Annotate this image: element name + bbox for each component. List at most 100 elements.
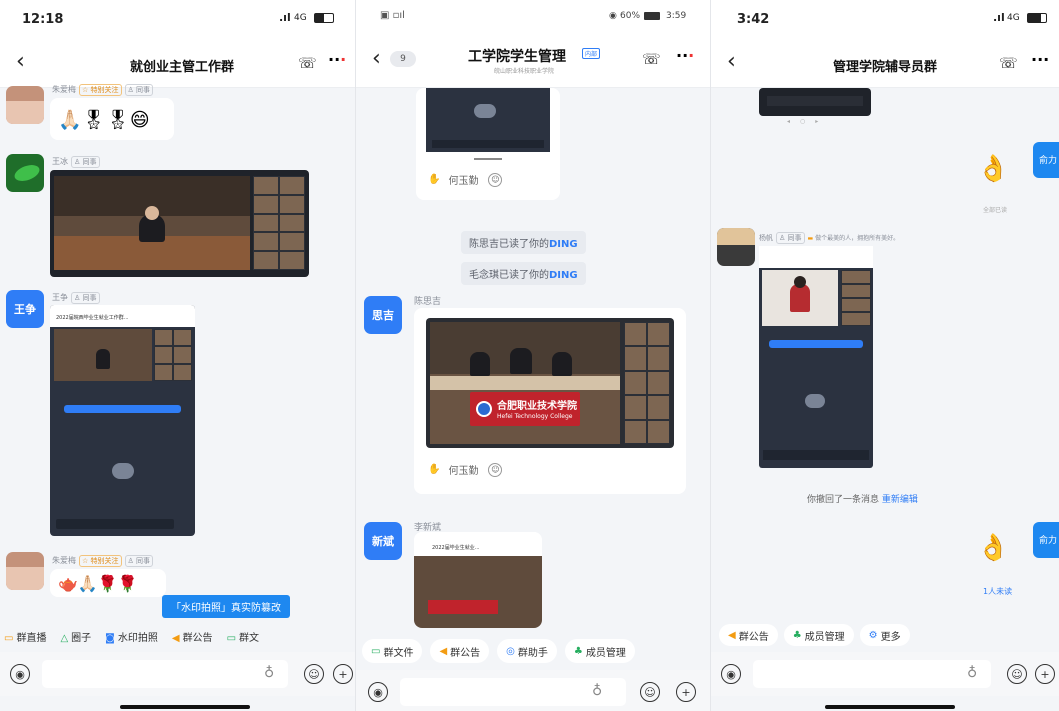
status-time: 3:42 bbox=[737, 12, 770, 27]
more-icon[interactable]: ··· bbox=[1031, 50, 1049, 69]
voice-icon[interactable]: ◉ bbox=[721, 664, 741, 684]
voice-icon[interactable]: ◉ bbox=[10, 664, 30, 684]
voice-icon[interactable]: ◉ bbox=[368, 682, 388, 702]
notice-text: 毛念琪已读了你的 bbox=[469, 270, 549, 281]
ok-hand-icon[interactable]: 👌 bbox=[977, 154, 1009, 184]
reaction-row[interactable]: ✋ 何玉勤 ☺ bbox=[428, 462, 503, 477]
chat-panel-middle: ▣ ▫ıl ◉ 60% 3:59 ‹ 9 工学院学生管理 内部 皖山职业科技职业… bbox=[356, 0, 710, 711]
robot-icon: ◎ bbox=[506, 645, 515, 657]
more-icon[interactable]: ··· bbox=[676, 46, 694, 65]
inner-thumbnails bbox=[154, 329, 192, 381]
chat-subtitle: 皖山职业科技职业学院 bbox=[494, 68, 555, 75]
sender-label: 朱爱梅 bbox=[52, 556, 76, 565]
inner-cloud-icon bbox=[112, 463, 134, 479]
sender-label: 王冰 bbox=[52, 157, 68, 166]
message-bubble[interactable]: 2022届毕业生就业... bbox=[414, 532, 542, 628]
video-image[interactable] bbox=[759, 88, 871, 116]
avatar[interactable] bbox=[6, 552, 44, 590]
chip-member-management[interactable]: ♣ 成员管理 bbox=[564, 639, 635, 663]
pager-dots: ◂○▸ bbox=[787, 118, 829, 125]
location-icon: ◉ bbox=[609, 11, 617, 21]
phone-icon[interactable]: ☏ bbox=[642, 50, 661, 68]
emoji-icon[interactable]: ☺ bbox=[1007, 664, 1027, 684]
phone-icon[interactable]: ☏ bbox=[298, 54, 317, 72]
message-input[interactable] bbox=[42, 660, 288, 688]
network-type: 4G bbox=[294, 13, 307, 23]
chip-label: 群公告 bbox=[450, 647, 481, 659]
unread-count-badge[interactable]: 9 bbox=[390, 51, 416, 67]
thumbs-up-icon[interactable]: ♁ bbox=[264, 665, 274, 681]
toolbar-files[interactable]: ▭ 群文 bbox=[227, 629, 259, 644]
read-notice: 陈思吉已读了你的DING bbox=[461, 231, 586, 254]
sender-name: 朱爱梅 ☆ 特别关注 ♙ 同事 bbox=[52, 84, 154, 96]
circle-icon: △ bbox=[60, 632, 69, 644]
video-conference-image[interactable] bbox=[50, 170, 309, 277]
hand-icon: ✋ bbox=[428, 174, 441, 185]
battery-icon bbox=[314, 13, 334, 23]
toolbar-live[interactable]: ▭ 群直播 bbox=[4, 629, 46, 644]
plus-icon[interactable]: + bbox=[1035, 664, 1055, 684]
reaction-row[interactable]: ✋ 何玉勤 ☺ bbox=[428, 172, 503, 187]
back-arrow-icon[interactable]: ‹ bbox=[727, 51, 736, 73]
emoji-icon[interactable]: ☺ bbox=[304, 664, 324, 684]
add-reaction-icon[interactable]: ☺ bbox=[488, 172, 503, 187]
status-time: 12:18 bbox=[22, 12, 64, 27]
screenshot-collage: 12:18 .ıl 4G ‹ 就创业主管工作群 ☏ ··· 朱爱梅 ☆ 特别关注 ♙… bbox=[0, 0, 1059, 711]
chip-label: 成员管理 bbox=[585, 647, 626, 659]
camera-icon: ◙ bbox=[105, 632, 115, 644]
message-input[interactable] bbox=[753, 660, 991, 688]
add-reaction-icon[interactable]: ☺ bbox=[488, 462, 503, 477]
avatar[interactable] bbox=[717, 228, 755, 266]
divider bbox=[474, 158, 502, 160]
ok-hand-icon[interactable]: 👌 bbox=[977, 533, 1009, 563]
home-indicator bbox=[120, 705, 250, 709]
toolbar-watermark-photo[interactable]: ◙ 水印拍照 bbox=[105, 629, 158, 644]
avatar[interactable]: 思吉 bbox=[364, 296, 402, 334]
chip-more[interactable]: ⚙ 更多 bbox=[859, 624, 910, 646]
toolbar-circle[interactable]: △ 圈子 bbox=[60, 629, 91, 644]
avatar[interactable] bbox=[6, 86, 44, 124]
chip-announcement[interactable]: ◀ 群公告 bbox=[719, 624, 778, 646]
inner-cloud-icon bbox=[805, 394, 825, 408]
chat-panel-right: 3:42 .ıl 4G ‹ 管理学院辅导员群 ☏ ··· ◂○▸ 俞力 👌 全部… bbox=[711, 0, 1059, 711]
emoji-icon[interactable]: ☺ bbox=[640, 682, 660, 702]
colleague-tag: ♙ 同事 bbox=[71, 156, 100, 168]
screenshot-image[interactable]: 2022届皖西毕业生就业工作群... bbox=[50, 305, 195, 536]
college-banner: 合肥职业技术学院 Hefei Technology College bbox=[470, 392, 580, 426]
avatar[interactable] bbox=[6, 154, 44, 192]
toolbar-announcement[interactable]: ◀ 群公告 bbox=[172, 629, 213, 644]
plus-icon[interactable]: + bbox=[333, 664, 353, 684]
emoji-message[interactable]: 🙏🏻🎖🎖😄 bbox=[50, 98, 174, 140]
back-arrow-icon[interactable]: ‹ bbox=[16, 51, 25, 73]
chip-member-management[interactable]: ♣ 成员管理 bbox=[783, 624, 854, 646]
chat-title: 工学院学生管理 bbox=[468, 49, 566, 65]
unread-status[interactable]: 1人未读 bbox=[983, 586, 1012, 597]
meeting-thumbnails bbox=[624, 322, 670, 444]
banner-cn: 合肥职业技术学院 bbox=[497, 401, 577, 412]
chip-announcement[interactable]: ◀ 群公告 bbox=[430, 639, 490, 663]
thumbs-up-icon[interactable]: ♁ bbox=[592, 683, 602, 699]
battery-icon bbox=[1027, 13, 1047, 23]
special-follow-tag: ☆ 特别关注 bbox=[79, 555, 122, 567]
chip-group-files[interactable]: ▭ 群文件 bbox=[362, 639, 423, 663]
sender-name: 朱爱梅 ☆ 特别关注 ♙ 同事 bbox=[52, 555, 154, 567]
emoji-message[interactable]: 🫖🙏🏻🌹🌹 bbox=[50, 569, 166, 597]
chip-assistant[interactable]: ◎ 群助手 bbox=[497, 639, 557, 663]
own-avatar[interactable]: 俞力 bbox=[1033, 142, 1059, 178]
re-edit-link[interactable]: 重新编辑 bbox=[882, 495, 918, 505]
home-indicator bbox=[825, 705, 955, 709]
back-arrow-icon[interactable]: ‹ bbox=[372, 48, 381, 70]
chip-label: 更多 bbox=[880, 631, 901, 643]
more-icon[interactable]: ··· bbox=[328, 50, 346, 69]
message-bubble[interactable]: ✋ 何玉勤 ☺ bbox=[416, 88, 560, 200]
chat-header: ‹ 就创业主管工作群 ☏ ··· bbox=[0, 38, 355, 88]
own-avatar[interactable]: 俞力 bbox=[1033, 522, 1059, 558]
screenshot-image[interactable] bbox=[759, 246, 873, 468]
avatar[interactable]: 王争 bbox=[6, 290, 44, 328]
thumbs-up-icon[interactable]: ♁ bbox=[967, 665, 977, 681]
signal-icon: .ıl bbox=[279, 11, 291, 24]
message-bubble[interactable]: 合肥职业技术学院 Hefei Technology College ✋ 何玉勤 … bbox=[414, 308, 686, 494]
avatar[interactable]: 新斌 bbox=[364, 522, 402, 560]
plus-icon[interactable]: + bbox=[676, 682, 696, 702]
phone-icon[interactable]: ☏ bbox=[999, 54, 1018, 72]
